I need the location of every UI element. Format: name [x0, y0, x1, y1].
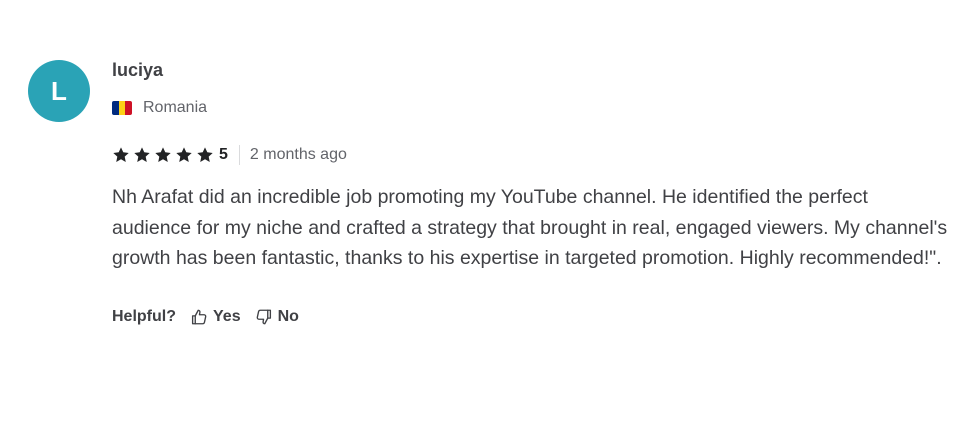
helpful-no-label: No: [277, 307, 299, 325]
star-icon: [175, 146, 193, 164]
review-text: Nh Arafat did an incredible job promotin…: [112, 186, 948, 269]
thumbs-up-icon: [191, 309, 207, 324]
helpful-no-button[interactable]: No: [255, 308, 299, 326]
country-name: Romania: [143, 99, 208, 116]
helpful-row: Helpful? Yes No: [112, 306, 948, 328]
helpful-label: Helpful?: [112, 307, 176, 325]
divider: [238, 145, 240, 165]
star-icon: [196, 146, 214, 164]
rating-row: 5 2 months ago: [112, 144, 948, 166]
reviewer-country: Romania: [112, 98, 948, 118]
rating-value: 5: [219, 146, 228, 163]
avatar[interactable]: L: [28, 60, 90, 122]
avatar-letter: L: [51, 75, 67, 106]
star-rating: [112, 146, 217, 164]
romania-flag-icon: [112, 101, 132, 115]
thumbs-down-icon: [256, 309, 271, 324]
review-time: 2 months ago: [249, 146, 347, 163]
helpful-yes-button[interactable]: Yes: [190, 308, 241, 326]
star-icon: [154, 146, 172, 164]
star-icon: [112, 146, 130, 164]
review-content: luciya Romania 5 2 months ago Nh Arafat …: [112, 56, 948, 328]
reviewer-username[interactable]: luciya: [112, 60, 948, 82]
helpful-yes-label: Yes: [213, 307, 241, 325]
star-icon: [133, 146, 151, 164]
